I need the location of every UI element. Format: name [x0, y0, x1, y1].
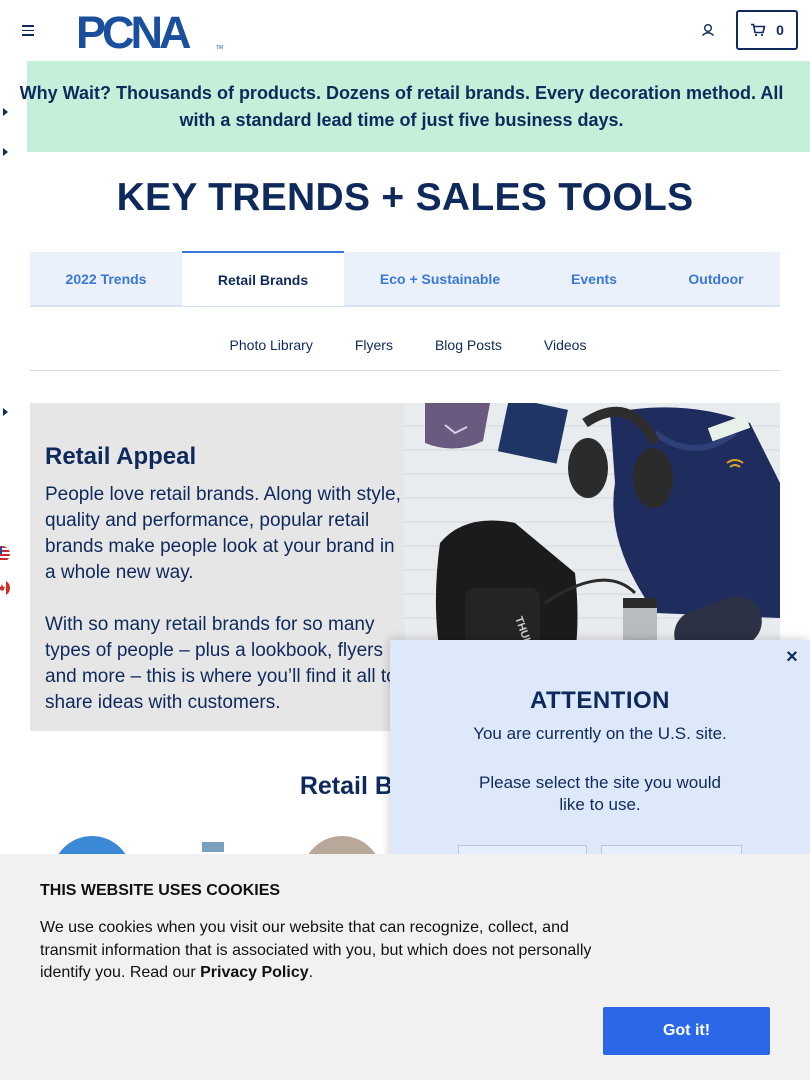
resource-subnav: Photo Library Flyers Blog Posts Videos: [30, 325, 780, 371]
cart-count: 0: [776, 22, 784, 38]
subnav-photo-library[interactable]: Photo Library: [230, 325, 313, 370]
cart-icon: [751, 23, 766, 37]
got-it-button[interactable]: Got it!: [603, 1007, 770, 1055]
modal-prompt: Please select the site you would like to…: [479, 773, 721, 814]
hamburger-icon[interactable]: [18, 20, 38, 40]
side-arrow-right-icon[interactable]: [0, 145, 12, 159]
promo-text: Why Wait? Thousands of products. Dozens …: [19, 82, 784, 130]
subnav-videos[interactable]: Videos: [544, 325, 587, 370]
feature-paragraph: People love retail brands. Along with st…: [45, 484, 401, 583]
page-title: KEY TRENDS + SALES TOOLS: [116, 176, 694, 219]
side-arrow-right-icon[interactable]: [0, 405, 12, 419]
tab-outdoor[interactable]: Outdoor: [652, 252, 780, 305]
tab-2022-trends[interactable]: 2022 Trends: [30, 252, 182, 305]
pcna-logo[interactable]: PCNA TM: [76, 7, 226, 58]
feature-heading: Retail Appeal: [45, 443, 197, 470]
cookie-heading: THIS WEBSITE USES COOKIES: [40, 882, 281, 899]
tab-retail-brands[interactable]: Retail Brands: [182, 251, 344, 306]
us-flag-icon[interactable]: [0, 546, 10, 562]
canada-flag-icon[interactable]: [0, 580, 10, 596]
feature-paragraph: With so many retail brands for so many t…: [45, 614, 397, 713]
cart-button[interactable]: 0: [736, 10, 798, 50]
trend-tabs: 2022 Trends Retail Brands Eco + Sustaina…: [30, 251, 780, 307]
cookie-text-body: We use cookies when you visit our websit…: [40, 919, 592, 981]
close-icon[interactable]: ×: [784, 647, 800, 667]
modal-message: You are currently on the U.S. site.: [473, 724, 727, 743]
page: PCNA TM 0 Why Wait? Thousands of product…: [0, 0, 810, 1080]
tab-eco-sustainable[interactable]: Eco + Sustainable: [344, 252, 536, 305]
subnav-flyers[interactable]: Flyers: [355, 325, 393, 370]
modal-heading: ATTENTION: [529, 687, 671, 714]
site-header: PCNA TM 0: [0, 0, 810, 61]
logo-text: PCNA: [76, 10, 191, 52]
cookie-text: We use cookies when you visit our websit…: [40, 917, 610, 985]
user-icon[interactable]: [698, 20, 718, 40]
privacy-policy-link[interactable]: Privacy Policy: [200, 964, 309, 981]
promo-banner: Why Wait? Thousands of products. Dozens …: [20, 61, 810, 152]
tab-events[interactable]: Events: [536, 252, 652, 305]
logo-trademark: TM: [216, 45, 223, 51]
subnav-blog-posts[interactable]: Blog Posts: [435, 325, 502, 370]
cookie-text-end: .: [308, 964, 314, 981]
cookie-banner: THIS WEBSITE USES COOKIES We use cookies…: [0, 854, 810, 1080]
